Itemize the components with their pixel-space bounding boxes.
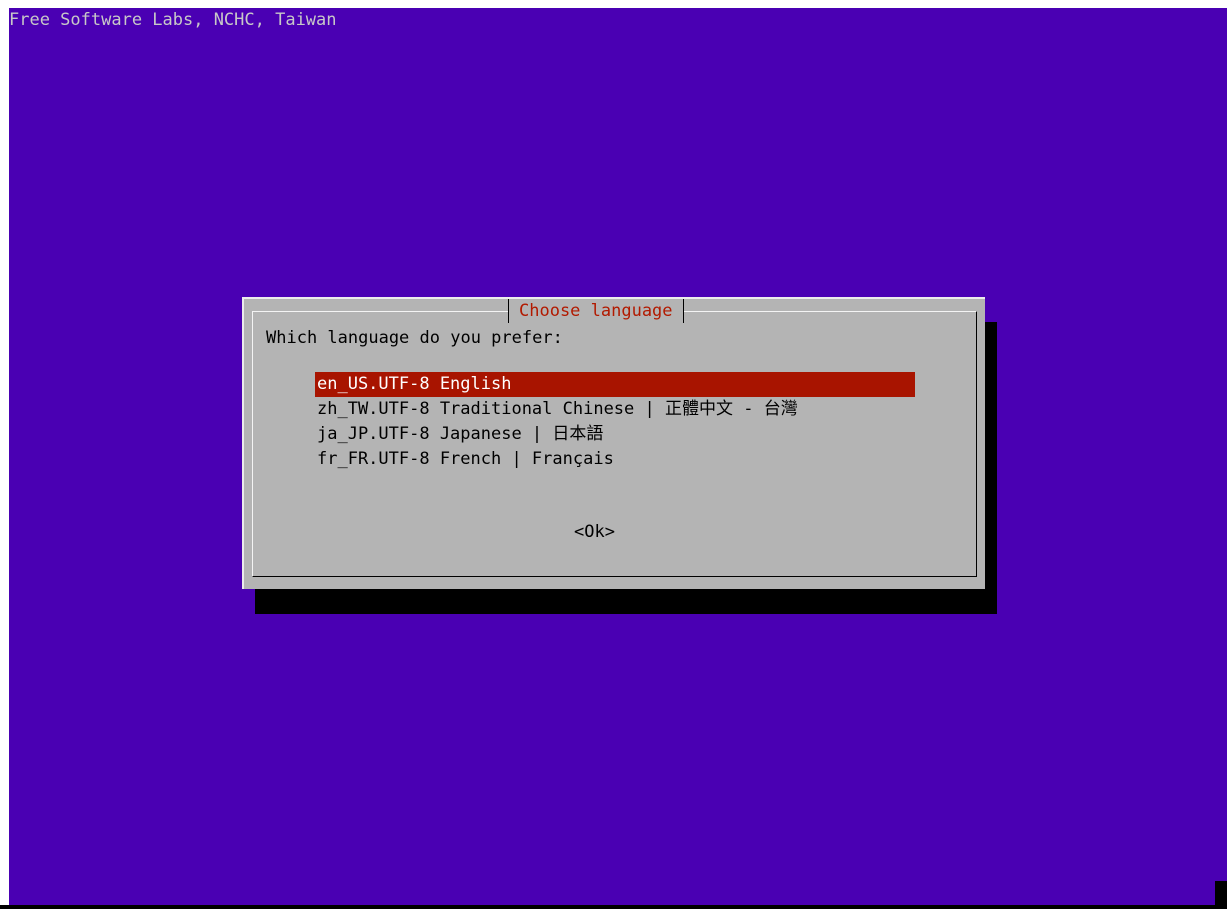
menu-item-ja-jp[interactable]: ja_JP.UTF-8 Japanese | 日本語 xyxy=(315,422,915,447)
screen-bottom-edge xyxy=(0,905,1227,909)
menu-item-en-us[interactable]: en_US.UTF-8 English xyxy=(315,372,915,397)
language-dialog: Choose language Which language do you pr… xyxy=(242,297,985,589)
screen: Free Software Labs, NCHC, Taiwan Choose … xyxy=(0,0,1227,909)
menu-item-fr-fr[interactable]: fr_FR.UTF-8 French | Français xyxy=(315,447,915,472)
dialog-prompt: Which language do you prefer: xyxy=(266,328,563,348)
corner-block xyxy=(1215,881,1227,909)
backtitle: Free Software Labs, NCHC, Taiwan xyxy=(9,10,337,30)
ok-button[interactable]: <Ok> xyxy=(574,520,615,544)
menu-item-zh-tw[interactable]: zh_TW.UTF-8 Traditional Chinese | 正體中文 -… xyxy=(315,397,915,422)
language-menu: en_US.UTF-8 English zh_TW.UTF-8 Traditio… xyxy=(315,372,915,472)
dialog-title: Choose language xyxy=(508,299,684,323)
